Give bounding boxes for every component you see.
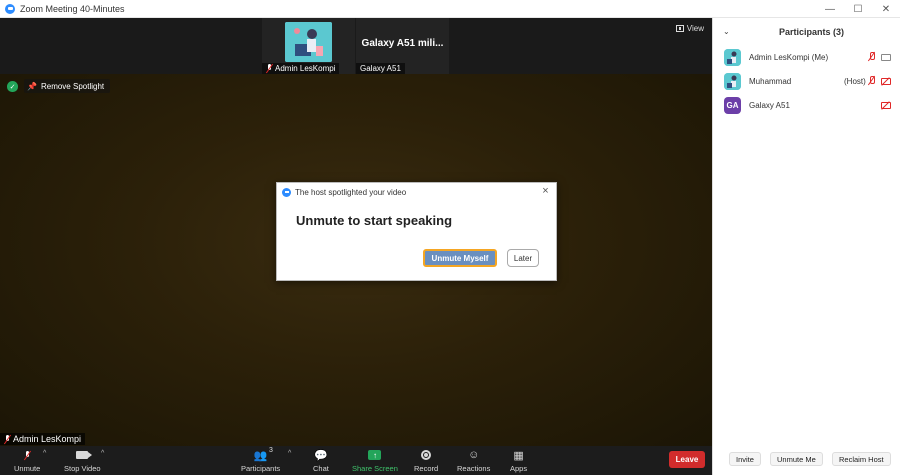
unmute-button[interactable]: Unmute [14, 448, 40, 473]
thumbnail-admin[interactable]: Admin LesKompi [262, 18, 355, 74]
thumbnail-name-tag: Galaxy A51 [356, 63, 405, 74]
spotlight-pin-icon: 📌 [27, 81, 37, 91]
thumbnail-name: Admin LesKompi [275, 64, 336, 73]
view-button[interactable]: View [675, 24, 704, 33]
participants-options-caret-icon[interactable]: ^ [288, 450, 291, 457]
close-icon[interactable]: ✕ [872, 0, 900, 18]
mic-muted-icon [24, 448, 31, 462]
record-label: Record [414, 464, 439, 473]
reactions-button[interactable]: ☺ Reactions [457, 448, 490, 473]
chat-label: Chat [313, 464, 329, 473]
chat-bubble-icon: 💬 [314, 449, 328, 462]
user-avatar-image [285, 22, 332, 62]
stage-name: Admin LesKompi [13, 434, 82, 444]
apps-label: Apps [510, 464, 528, 473]
unmute-label: Unmute [14, 464, 41, 473]
security-shield-icon[interactable]: ✓ [7, 81, 18, 92]
participant-row[interactable]: Admin LesKompi (Me) [713, 46, 900, 68]
participant-row[interactable]: GA Galaxy A51 [713, 94, 900, 116]
spotlight-dialog: The host spotlighted your video × Unmute… [276, 182, 557, 281]
chevron-down-icon[interactable]: ⌄ [723, 27, 730, 36]
reclaim-host-button[interactable]: Reclaim Host [832, 452, 891, 466]
thumbnail-name-tag: Admin LesKompi [262, 63, 340, 74]
remove-spotlight-button[interactable]: 📌 Remove Spotlight [24, 79, 111, 93]
participants-panel-header: ⌄ Participants (3) [713, 18, 900, 46]
chat-button[interactable]: 💬 Chat [313, 448, 329, 474]
mic-muted-icon [4, 434, 11, 444]
window-controls: — ☐ ✕ [816, 0, 900, 18]
stop-video-label: Stop Video [64, 464, 101, 473]
thumbnail-name: Galaxy A51 [360, 64, 401, 73]
mic-muted-icon [266, 64, 273, 73]
share-screen-icon: ↑ [368, 448, 382, 462]
grid-view-icon [675, 25, 684, 32]
unmute-me-button[interactable]: Unmute Me [770, 452, 823, 466]
window-title: Zoom Meeting 40-Minutes [20, 3, 125, 14]
participants-count: 3 [269, 447, 273, 454]
stage-name-tag: Admin LesKompi [0, 433, 86, 445]
share-screen-label: Share Screen [352, 464, 398, 473]
dialog-header: The host spotlighted your video [277, 183, 556, 201]
thumbnail-big-name: Galaxy A51 mili... [361, 38, 444, 49]
record-button[interactable]: Record [414, 448, 438, 473]
video-options-caret-icon[interactable]: ^ [101, 450, 104, 457]
audio-options-caret-icon[interactable]: ^ [43, 450, 46, 457]
video-camera-icon[interactable] [881, 53, 891, 61]
title-bar: Zoom Meeting 40-Minutes — ☐ ✕ [0, 0, 900, 18]
later-button[interactable]: Later [507, 249, 539, 267]
zoom-app-icon [5, 3, 15, 14]
thumbnail-galaxy[interactable]: Galaxy A51 mili... Galaxy A51 [356, 18, 449, 74]
participants-panel: ⌄ Participants (3) Admin LesKompi (Me) M… [712, 18, 900, 475]
participant-avatar [724, 72, 741, 90]
participant-name: Muhammad [749, 76, 792, 86]
participant-name: Galaxy A51 [749, 100, 790, 110]
participant-role: (Host) [844, 76, 866, 86]
minimize-icon[interactable]: — [816, 0, 844, 18]
participant-avatar-initials: GA [724, 96, 741, 114]
invite-button[interactable]: Invite [729, 452, 761, 466]
stop-video-button[interactable]: Stop Video [64, 448, 101, 473]
participant-name: Admin LesKompi (Me) [749, 52, 829, 62]
apps-icon: ▦ [513, 449, 524, 462]
mic-muted-icon[interactable] [868, 76, 876, 86]
dialog-header-text: The host spotlighted your video [295, 187, 407, 197]
unmute-myself-button[interactable]: Unmute Myself [423, 249, 497, 267]
thumbnail-strip: Admin LesKompi Galaxy A51 mili... Galaxy… [262, 18, 450, 74]
mic-muted-icon[interactable] [868, 52, 876, 62]
participants-icon: 👥 [253, 449, 268, 462]
participants-panel-footer: Invite Unmute Me Reclaim Host [713, 452, 900, 468]
participant-row[interactable]: Muhammad (Host) [713, 70, 900, 92]
video-camera-icon [76, 448, 93, 462]
share-screen-button[interactable]: ↑ Share Screen [352, 448, 398, 473]
participants-button[interactable]: 👥 Participants [241, 448, 281, 474]
video-off-icon[interactable] [881, 101, 891, 109]
participant-avatar [724, 48, 741, 66]
participants-panel-title: Participants (3) [778, 27, 845, 37]
reactions-smiley-icon: ☺ [468, 449, 480, 461]
dialog-message: Unmute to start speaking [296, 213, 453, 228]
reactions-label: Reactions [457, 464, 491, 473]
record-icon [421, 448, 432, 462]
meeting-toolbar: Unmute ^ Stop Video ^ 👥 Participants 3 ^… [0, 446, 712, 475]
leave-button[interactable]: Leave [669, 451, 705, 468]
zoom-app-icon [282, 187, 291, 197]
remove-spotlight-label: Remove Spotlight [40, 81, 105, 91]
maximize-icon[interactable]: ☐ [844, 0, 872, 18]
close-icon[interactable]: × [540, 186, 551, 197]
video-off-icon[interactable] [881, 77, 891, 85]
view-label: View [686, 24, 704, 33]
apps-button[interactable]: ▦ Apps [510, 448, 528, 474]
participants-label: Participants [241, 464, 281, 473]
